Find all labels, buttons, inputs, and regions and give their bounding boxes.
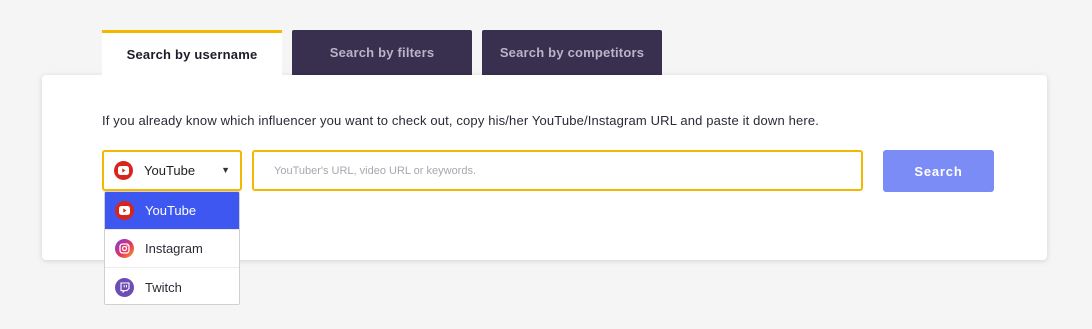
platform-option-label: YouTube xyxy=(145,203,197,218)
platform-select[interactable]: YouTube ▼ xyxy=(102,150,242,191)
platform-option-label: Twitch xyxy=(145,279,182,295)
twitch-icon xyxy=(115,277,134,297)
tab-search-by-filters[interactable]: Search by filters xyxy=(292,30,472,75)
platform-select-label: YouTube xyxy=(144,163,196,178)
platform-dropdown: YouTube Instagram Twitch xyxy=(104,191,240,305)
youtube-icon xyxy=(114,161,133,180)
platform-option-youtube[interactable]: YouTube xyxy=(105,192,239,230)
tab-search-by-competitors[interactable]: Search by competitors xyxy=(482,30,662,75)
platform-option-twitch[interactable]: Twitch xyxy=(105,268,239,304)
tab-search-by-username[interactable]: Search by username xyxy=(102,30,282,76)
youtube-icon xyxy=(115,201,134,220)
search-input[interactable] xyxy=(252,150,863,191)
platform-option-instagram[interactable]: Instagram xyxy=(105,230,239,268)
platform-option-label: Instagram xyxy=(145,241,203,256)
instagram-icon xyxy=(115,239,134,258)
search-button[interactable]: Search xyxy=(883,150,994,192)
search-intro-text: If you already know which influencer you… xyxy=(102,113,819,128)
chevron-down-icon: ▼ xyxy=(221,165,230,175)
